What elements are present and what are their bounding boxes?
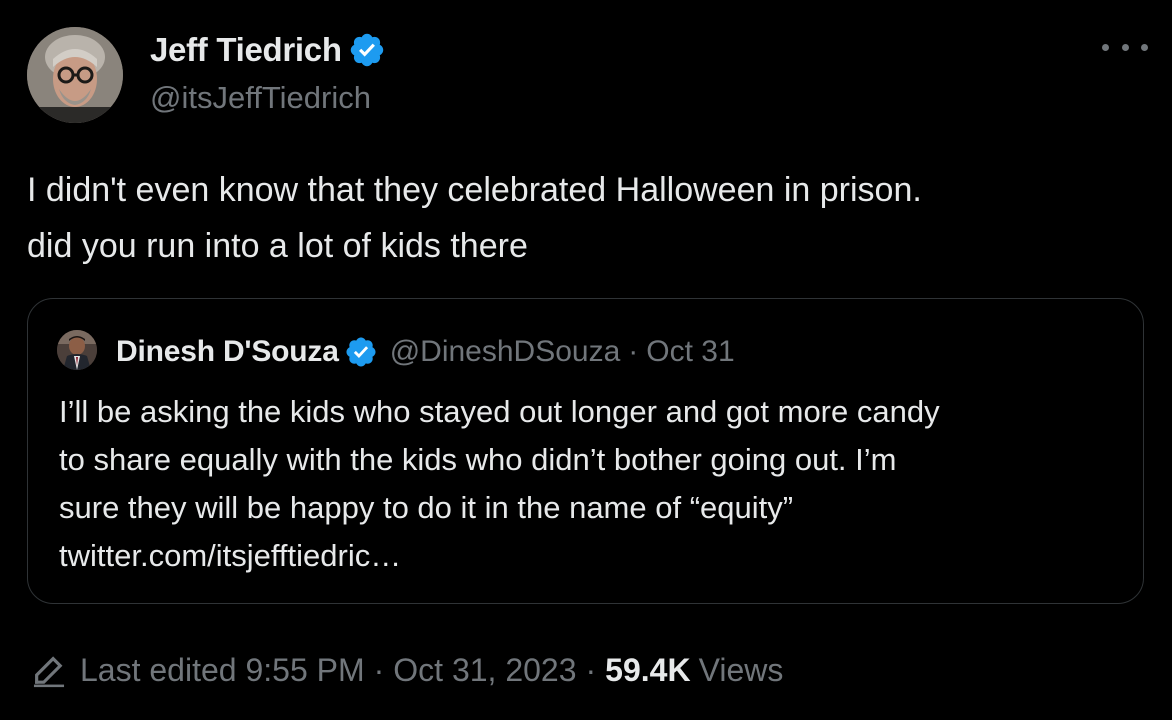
tweet-date[interactable]: Oct 31, 2023 xyxy=(393,652,576,689)
verified-badge-icon[interactable] xyxy=(344,335,378,369)
more-horizontal-icon xyxy=(1141,43,1148,51)
tweet-meta-footer: Last edited 9:55 PM · Oct 31, 2023 · 59.… xyxy=(30,645,783,695)
quoted-text-line: to share equally with the kids who didn’… xyxy=(59,442,897,477)
author-display-name[interactable]: Jeff Tiedrich xyxy=(150,31,342,69)
tweet-text: I didn't even know that they celebrated … xyxy=(27,162,1147,274)
author-name-row: Jeff Tiedrich xyxy=(150,30,386,70)
quoted-text-line: I’ll be asking the kids who stayed out l… xyxy=(59,394,940,429)
verified-badge-icon[interactable] xyxy=(348,31,386,69)
tweet-text-line: did you run into a lot of kids there xyxy=(27,227,528,265)
author-handle[interactable]: @itsJeffTiedrich xyxy=(150,80,371,116)
more-horizontal-icon xyxy=(1121,43,1129,51)
quoted-author-handle[interactable]: @DineshDSouza xyxy=(390,335,621,369)
views-label: Views xyxy=(698,651,784,688)
quoted-text-line: sure they will be happy to do it in the … xyxy=(59,490,794,525)
separator-dot: · xyxy=(373,651,385,688)
quoted-tweet-date[interactable]: Oct 31 xyxy=(646,335,734,369)
pencil-icon[interactable] xyxy=(30,651,68,689)
last-edited-label[interactable]: Last edited 9:55 PM xyxy=(80,652,365,689)
more-horizontal-icon xyxy=(1102,43,1109,51)
quoted-tweet-text: I’ll be asking the kids who stayed out l… xyxy=(59,388,1129,580)
tweet: Jeff Tiedrich @itsJeffTiedrich I didn't … xyxy=(0,0,1172,720)
author-avatar[interactable] xyxy=(27,27,123,123)
separator-dot: · xyxy=(585,651,597,688)
quoted-tweet-card[interactable]: Dinesh D'Souza @DineshDSouza · Oct 31 I’… xyxy=(27,298,1144,604)
separator-dot: · xyxy=(628,335,639,368)
quoted-author-avatar[interactable] xyxy=(57,330,97,370)
quoted-text-link[interactable]: twitter.com/itsjefftiedric… xyxy=(59,532,1129,580)
quoted-author-display-name[interactable]: Dinesh D'Souza xyxy=(116,335,339,369)
author-avatar-image xyxy=(27,27,123,123)
more-options-button[interactable] xyxy=(1102,32,1148,62)
quoted-tweet-header: Dinesh D'Souza @DineshDSouza · Oct 31 xyxy=(116,332,735,372)
tweet-text-line: I didn't even know that they celebrated … xyxy=(27,171,922,209)
views-count: 59.4K xyxy=(605,651,691,688)
quoted-author-avatar-image xyxy=(57,330,97,370)
